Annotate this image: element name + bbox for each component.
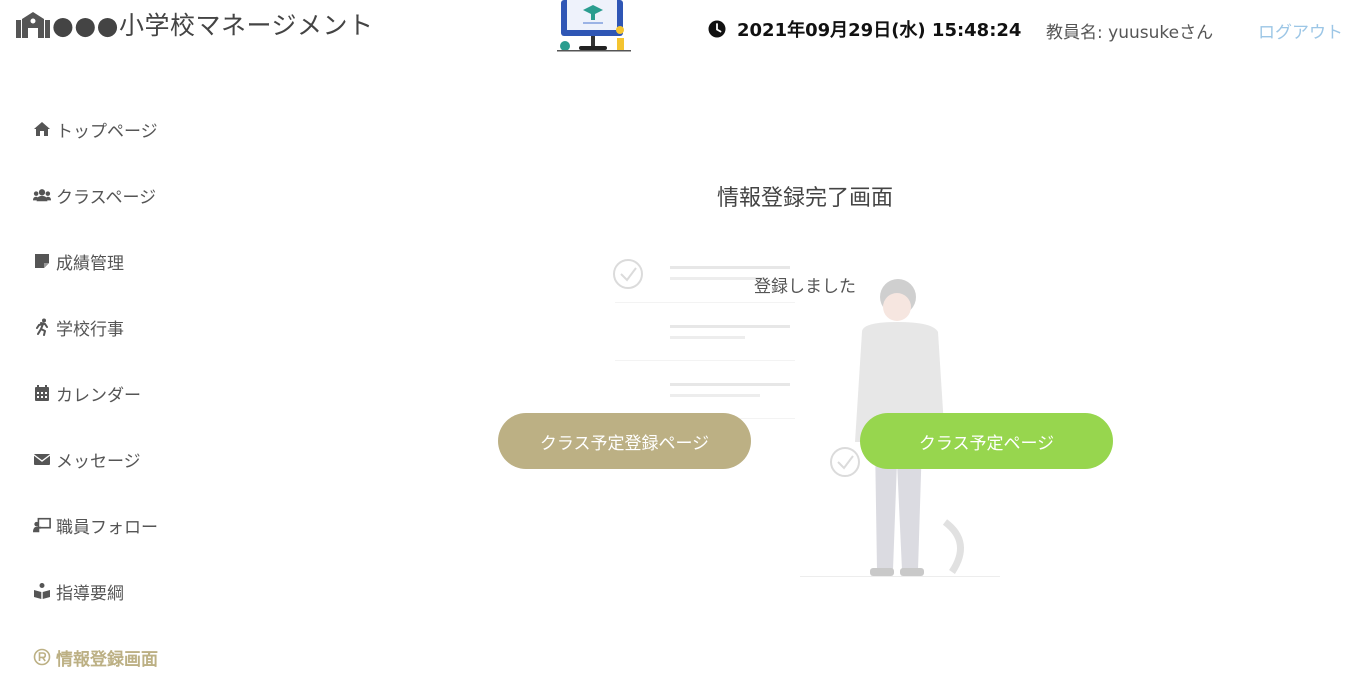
sidebar-item-label: 職員フォロー (56, 517, 158, 538)
envelope-icon (32, 449, 52, 469)
datetime-text: 2021年09月29日(水) 15:48:24 (737, 20, 1022, 41)
sidebar-item-label: カレンダー (56, 385, 141, 406)
sidebar-item-label: 指導要綱 (56, 583, 124, 604)
sidebar-item-staff-follow[interactable]: 職員フォロー (32, 492, 292, 558)
registration-message: 登録しました (754, 277, 856, 297)
class-schedule-register-button[interactable]: クラス予定登録ページ (498, 413, 751, 469)
chalkboard-teacher-icon (32, 515, 52, 535)
calendar-icon (32, 383, 52, 403)
computer-graduation-illustration (557, 0, 631, 52)
sidebar-item-label: トップページ (56, 121, 158, 142)
sidebar-item-label: 情報登録画面 (56, 649, 158, 670)
school-icon (16, 12, 50, 38)
page-title: 情報登録完了画面 (716, 186, 893, 211)
sidebar-item-calendar[interactable]: カレンダー (32, 360, 292, 426)
sidebar-item-label: 成績管理 (56, 253, 124, 274)
book-reader-icon (32, 581, 52, 601)
logout-link[interactable]: ログアウト (1258, 18, 1343, 43)
sidebar-item-top[interactable]: トップページ (32, 96, 292, 162)
clock-icon (708, 20, 726, 38)
sidebar-item-info-register[interactable]: 情報登録画面 (32, 624, 292, 690)
app-title: ●●●小学校マネージメント (52, 11, 374, 40)
registered-icon (32, 647, 52, 667)
class-schedule-button[interactable]: クラス予定ページ (860, 413, 1113, 469)
running-icon (32, 317, 52, 337)
sidebar-item-messages[interactable]: メッセージ (32, 426, 292, 492)
sidebar-item-label: クラスページ (56, 187, 157, 208)
sidebar-item-grades[interactable]: 成績管理 (32, 228, 292, 294)
datetime-display: 2021年09月29日(水) 15:48:24 (708, 17, 1021, 41)
app-brand: ●●●小学校マネージメント (16, 8, 373, 40)
sidebar-item-class[interactable]: クラスページ (32, 162, 292, 228)
sidebar-item-guidelines[interactable]: 指導要綱 (32, 558, 292, 624)
sidebar-nav: トップページ クラスページ 成績管理 学校行事 カレンダー メッセージ 職員フォ… (32, 96, 292, 690)
home-icon (32, 119, 52, 139)
users-icon (32, 185, 52, 205)
sidebar-item-label: 学校行事 (56, 319, 124, 340)
sticky-note-icon (32, 251, 52, 271)
teacher-name: 教員名: yuusukeさん (1046, 23, 1214, 43)
sidebar-item-events[interactable]: 学校行事 (32, 294, 292, 360)
sidebar-item-label: メッセージ (56, 451, 141, 472)
